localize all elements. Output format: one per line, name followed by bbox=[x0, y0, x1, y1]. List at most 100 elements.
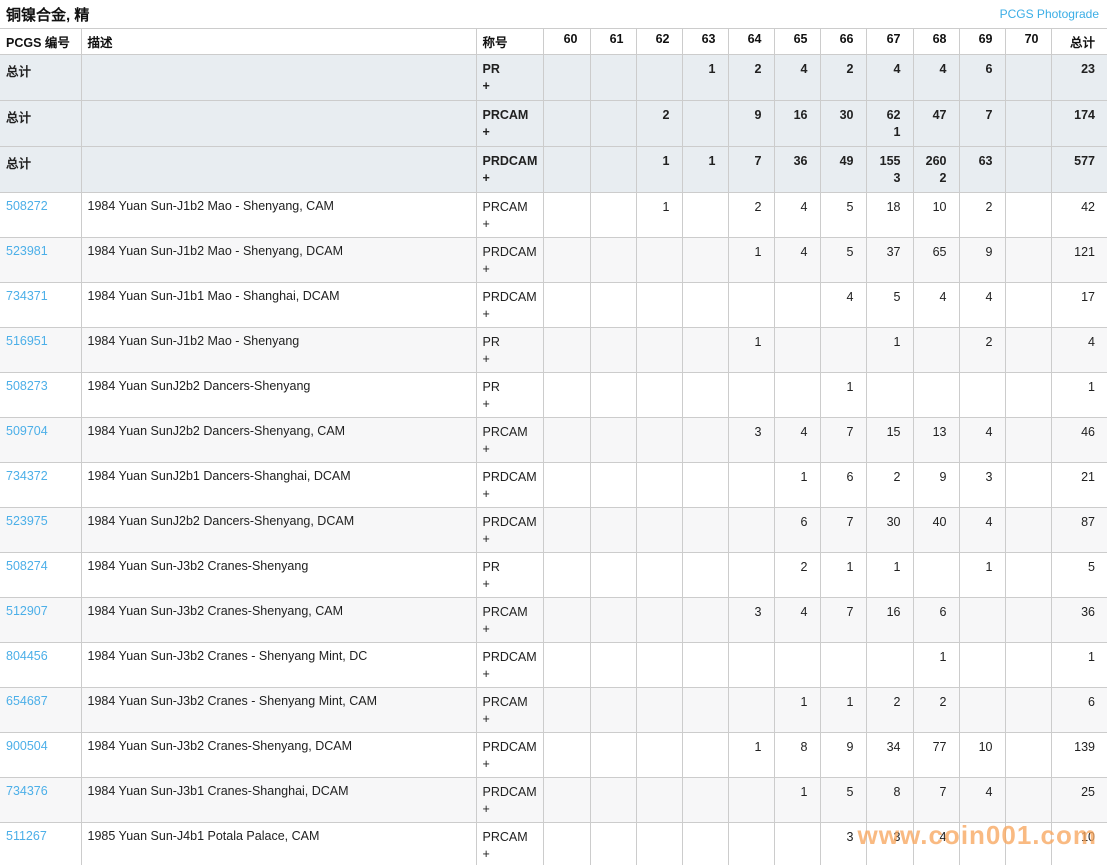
grade-cell bbox=[1004, 237, 1052, 283]
grade-cell: 7 bbox=[819, 417, 867, 463]
grade-cell bbox=[681, 282, 729, 328]
grade-cell: 6 bbox=[958, 54, 1006, 101]
grade-cell bbox=[727, 507, 775, 553]
grade-cell: 63 bbox=[958, 146, 1006, 193]
grade-cell: 16 bbox=[865, 597, 914, 643]
description-cell: 1984 Yuan SunJ2b1 Dancers-Shanghai, DCAM bbox=[80, 462, 477, 508]
pcgs-number-link[interactable]: 523981 bbox=[6, 244, 48, 258]
grade-cell: 3 bbox=[819, 822, 867, 865]
designation-cell: PRCAM + bbox=[475, 597, 544, 643]
pcgs-number-link[interactable]: 804456 bbox=[6, 649, 48, 663]
pcgs-number-link[interactable]: 654687 bbox=[6, 694, 48, 708]
designation-plus: + bbox=[482, 352, 490, 366]
designation-plus: + bbox=[482, 307, 490, 321]
pcgs-number-link[interactable]: 900504 bbox=[6, 739, 48, 753]
grade-cell: 65 bbox=[912, 237, 960, 283]
grade-cell bbox=[958, 642, 1006, 688]
grade-cell: 10 bbox=[912, 192, 960, 238]
designation-cell: PR + bbox=[475, 372, 544, 418]
pcgs-number-link[interactable]: 734371 bbox=[6, 289, 48, 303]
grade-cell: 1 bbox=[727, 732, 775, 778]
grade-cell bbox=[865, 642, 914, 688]
grade-cell: 4 bbox=[773, 237, 821, 283]
grade-cell bbox=[727, 372, 775, 418]
grade-cell bbox=[635, 282, 683, 328]
grade-cell: 4 bbox=[912, 282, 960, 328]
grade-cell: 4 bbox=[819, 282, 867, 328]
total-cell: 25 bbox=[1050, 777, 1107, 823]
grade-cell: 260 2 bbox=[912, 146, 960, 193]
grade-cell: 36 bbox=[773, 146, 821, 193]
pcgs-number-cell: 508273 bbox=[0, 372, 82, 418]
pcgs-number-link[interactable]: 523975 bbox=[6, 514, 48, 528]
grade-cell bbox=[681, 237, 729, 283]
grade-cell bbox=[542, 237, 591, 283]
grade-cell: 9 bbox=[912, 462, 960, 508]
pcgs-number-link[interactable]: 516951 bbox=[6, 334, 48, 348]
description-cell: 1984 Yuan Sun-J1b2 Mao - Shenyang bbox=[80, 327, 477, 373]
grade-cell: 1 bbox=[819, 687, 867, 733]
grade-cell: 4 bbox=[958, 777, 1006, 823]
description-cell: 1984 Yuan Sun-J3b1 Cranes-Shanghai, DCAM bbox=[80, 777, 477, 823]
pcgs-number-link[interactable]: 734376 bbox=[6, 784, 48, 798]
description-cell: 1984 Yuan SunJ2b2 Dancers-Shenyang bbox=[80, 372, 477, 418]
grade-cell bbox=[542, 777, 591, 823]
designation-label: PRCAM bbox=[482, 425, 528, 439]
header-description: 描述 bbox=[80, 28, 477, 55]
pcgs-number-link[interactable]: 734372 bbox=[6, 469, 48, 483]
designation-label: PRDCAM bbox=[482, 650, 537, 664]
designation-plus: + bbox=[482, 667, 490, 681]
grade-cell bbox=[635, 507, 683, 553]
grade-cell: 4 bbox=[958, 507, 1006, 553]
grade-cell bbox=[958, 822, 1006, 865]
pcgs-number-link[interactable]: 511267 bbox=[6, 829, 47, 843]
total-cell: 139 bbox=[1050, 732, 1107, 778]
designation-label: PRDCAM bbox=[482, 245, 537, 259]
grade-cell: 2 bbox=[635, 100, 683, 147]
designation-cell: PRCAM + bbox=[475, 687, 544, 733]
total-row: 总计 PRDCAM +1 1 7 36 49 155 3 260 2 63 577 bbox=[0, 146, 1107, 193]
grade-cell bbox=[1004, 327, 1052, 373]
grade-cell: 8 bbox=[865, 777, 914, 823]
grade-cell bbox=[773, 642, 821, 688]
grade-cell bbox=[1004, 687, 1052, 733]
grade-cell bbox=[589, 192, 637, 238]
pcgs-number-link[interactable]: 508274 bbox=[6, 559, 48, 573]
table-row: 511267 1985 Yuan Sun-J4b1 Potala Palace, … bbox=[0, 822, 1107, 865]
grade-cell: 2 bbox=[819, 54, 867, 101]
pcgs-number-link[interactable]: 508272 bbox=[6, 199, 48, 213]
grade-cell: 3 bbox=[865, 822, 914, 865]
grade-cell bbox=[727, 552, 775, 598]
designation-plus: + bbox=[482, 262, 490, 276]
grade-cell: 9 bbox=[819, 732, 867, 778]
description-cell: 1984 Yuan Sun-J3b2 Cranes-Shenyang bbox=[80, 552, 477, 598]
designation-plus: + bbox=[482, 487, 490, 501]
grade-cell bbox=[542, 146, 591, 193]
header-grade-63: 63 bbox=[681, 28, 729, 55]
grade-cell bbox=[589, 100, 637, 147]
grade-cell: 1 bbox=[727, 327, 775, 373]
photograde-link[interactable]: PCGS Photograde bbox=[1000, 7, 1099, 21]
table-row: 512907 1984 Yuan Sun-J3b2 Cranes-Shenyang… bbox=[0, 597, 1107, 643]
designation-cell: PRDCAM + bbox=[475, 507, 544, 553]
grade-cell bbox=[589, 642, 637, 688]
grade-cell bbox=[542, 100, 591, 147]
pcgs-number-link[interactable]: 509704 bbox=[6, 424, 48, 438]
header-grade-60: 60 bbox=[542, 28, 591, 55]
total-cell: 174 bbox=[1050, 100, 1107, 147]
grade-cell: 1 bbox=[773, 777, 821, 823]
grade-cell bbox=[1004, 462, 1052, 508]
grade-cell bbox=[542, 642, 591, 688]
grade-cell bbox=[589, 417, 637, 463]
grade-cell bbox=[681, 687, 729, 733]
total-cell: 17 bbox=[1050, 282, 1107, 328]
pcgs-number-link[interactable]: 512907 bbox=[6, 604, 48, 618]
grade-cell bbox=[1004, 732, 1052, 778]
total-cell: 46 bbox=[1050, 417, 1107, 463]
table-row: 804456 1984 Yuan Sun-J3b2 Cranes - Shenya… bbox=[0, 642, 1107, 688]
table-row: 509704 1984 Yuan SunJ2b2 Dancers-Shenyang… bbox=[0, 417, 1107, 463]
grade-cell: 62 1 bbox=[865, 100, 914, 147]
pcgs-number-link[interactable]: 508273 bbox=[6, 379, 48, 393]
grade-cell bbox=[635, 777, 683, 823]
designation-label: PRCAM bbox=[482, 830, 528, 844]
